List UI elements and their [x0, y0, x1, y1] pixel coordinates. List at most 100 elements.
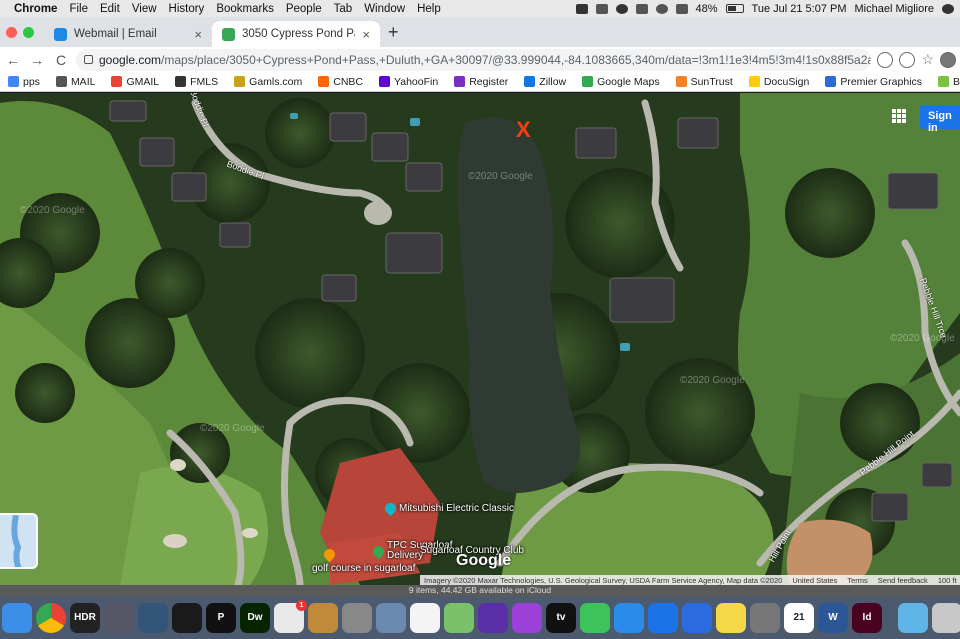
cloud-icon[interactable] — [595, 3, 608, 14]
bookmark-label: Zillow — [539, 75, 567, 88]
dropbox-icon[interactable] — [575, 3, 588, 14]
bookmark-bond-market[interactable]: Bond Market — [930, 76, 960, 88]
country-link[interactable]: United States — [792, 576, 837, 585]
bookmark-fmls[interactable]: FMLS — [167, 76, 226, 88]
menu-file[interactable]: File — [63, 3, 94, 15]
watermark: ©2020 Google — [468, 171, 533, 182]
tab-title: 3050 Cypress Pond Pass - Goo — [242, 28, 355, 40]
bookmark-label: Google Maps — [597, 75, 660, 88]
satellite-map[interactable]: Boddie Pl Boddie Pl Pebble Hill Trce Peb… — [0, 93, 960, 585]
reload-button[interactable]: C — [52, 52, 70, 68]
clock[interactable]: Tue Jul 21 5:07 PM — [752, 3, 847, 15]
scale-bar[interactable]: 100 ft — [938, 576, 957, 585]
user-avatar-icon[interactable] — [942, 3, 954, 14]
user-name[interactable]: Michael Migliore — [855, 3, 934, 15]
finder-icon[interactable] — [2, 602, 32, 633]
contacts-icon[interactable] — [308, 602, 338, 633]
battery-percent[interactable]: 48% — [696, 3, 718, 15]
bookmark-label: Premier Graphics — [840, 75, 923, 88]
menu-app-name[interactable]: Chrome — [8, 3, 63, 15]
record-icon[interactable] — [615, 3, 628, 14]
preview-icon[interactable] — [376, 602, 406, 633]
time-machine-icon[interactable] — [655, 3, 668, 14]
layers-thumbnail[interactable] — [0, 513, 38, 569]
p-app-icon[interactable]: P — [206, 602, 236, 633]
keynote-icon[interactable] — [648, 602, 678, 633]
bookmark-zillow[interactable]: Zillow — [516, 76, 574, 88]
airplay-icon[interactable] — [635, 3, 648, 14]
podcasts-icon[interactable] — [512, 602, 542, 633]
forward-button[interactable]: → — [28, 52, 46, 68]
bookmark-register[interactable]: Register — [446, 76, 516, 88]
calculator-icon[interactable] — [750, 602, 780, 633]
bookmark-mail[interactable]: MAIL — [48, 76, 104, 88]
profile-icon[interactable] — [940, 51, 956, 68]
battery-icon[interactable] — [725, 4, 744, 13]
bookmark-pps[interactable]: pps — [0, 76, 48, 88]
menu-window[interactable]: Window — [358, 3, 411, 15]
bookmark-gamls-com[interactable]: Gamls.com — [226, 76, 310, 88]
bookmark-gmail[interactable]: GMAIL — [103, 76, 167, 88]
extension-icon[interactable] — [899, 51, 916, 68]
bookmark-favicon-icon — [454, 76, 466, 87]
menu-tab[interactable]: Tab — [328, 3, 359, 15]
tv-icon[interactable]: tv — [546, 602, 576, 633]
send-feedback-link[interactable]: Send feedback — [878, 576, 928, 585]
map-attribution-bar: Imagery ©2020 Maxar Technologies, U.S. G… — [420, 575, 960, 585]
bookmark-docusign[interactable]: DocuSign — [741, 76, 818, 88]
back-button[interactable]: ← — [4, 52, 22, 68]
menu-view[interactable]: View — [126, 3, 163, 15]
menu-bookmarks[interactable]: Bookmarks — [210, 3, 280, 15]
settings-icon[interactable] — [342, 602, 372, 633]
safari-icon[interactable] — [614, 602, 644, 633]
google-apps-icon[interactable] — [892, 109, 906, 123]
bookmark-suntrust[interactable]: SunTrust — [668, 76, 741, 88]
dreamweaver-icon[interactable]: Dw — [240, 602, 270, 633]
chat-icon[interactable]: 1 — [274, 599, 307, 633]
folder-icon[interactable] — [898, 602, 928, 633]
adduser-icon[interactable] — [682, 602, 712, 633]
terms-link[interactable]: Terms — [847, 576, 867, 585]
menu-people[interactable]: People — [280, 3, 328, 15]
facetime-icon[interactable] — [580, 602, 610, 633]
close-tab-icon[interactable]: × — [362, 27, 370, 42]
stickies-icon[interactable] — [716, 602, 746, 633]
launchpad-icon[interactable] — [104, 602, 134, 633]
trash-icon[interactable] — [932, 602, 960, 633]
poi-mitsubishi[interactable]: Mitsubishi Electric Classic — [382, 500, 514, 517]
calendar-icon[interactable]: 21 — [784, 602, 814, 633]
menu-help[interactable]: Help — [411, 3, 447, 15]
word-icon[interactable]: W — [818, 602, 848, 633]
map-thumbnail-icon — [11, 515, 22, 567]
lock-icon[interactable] — [84, 55, 93, 64]
close-tab-icon[interactable]: × — [194, 27, 202, 42]
gallery-icon[interactable] — [172, 602, 202, 633]
location-x-marker: X — [516, 117, 531, 142]
photo-app-icon[interactable] — [138, 602, 168, 633]
menu-edit[interactable]: Edit — [94, 3, 126, 15]
tab-webmail[interactable]: Webmail | Email × — [44, 21, 212, 47]
bookmark-yahoofin[interactable]: YahooFin — [371, 76, 446, 88]
sign-in-button[interactable]: Sign in — [920, 105, 960, 134]
maps-icon[interactable] — [444, 602, 474, 633]
address-bar[interactable]: google.com/maps/place/3050+Cypress+Pond+… — [76, 48, 872, 71]
close-window-icon[interactable] — [6, 27, 17, 38]
chrome-icon[interactable] — [36, 602, 66, 633]
wifi-icon[interactable] — [675, 3, 688, 14]
zoom-window-icon[interactable] — [23, 27, 34, 38]
hdr-icon[interactable]: HDR — [70, 602, 100, 633]
bookmark-google-maps[interactable]: Google Maps — [574, 76, 667, 88]
poi-golf-course[interactable]: golf course in sugarloaf — [312, 546, 415, 574]
textedit-icon[interactable] — [410, 602, 440, 633]
new-tab-button[interactable]: + — [380, 22, 407, 47]
tab-google-maps[interactable]: 3050 Cypress Pond Pass - Goo × — [212, 21, 380, 47]
bookmark-star-icon[interactable]: ☆ — [921, 51, 934, 68]
bookmark-premier-graphics[interactable]: Premier Graphics — [817, 76, 930, 88]
menu-history[interactable]: History — [163, 3, 211, 15]
siri-icon[interactable] — [478, 602, 508, 633]
bookmark-cnbc[interactable]: CNBC — [310, 76, 371, 88]
indesign-icon[interactable]: Id — [852, 602, 882, 633]
window-controls — [0, 27, 44, 47]
location-icon[interactable] — [877, 51, 894, 68]
bookmark-favicon-icon — [582, 76, 594, 87]
